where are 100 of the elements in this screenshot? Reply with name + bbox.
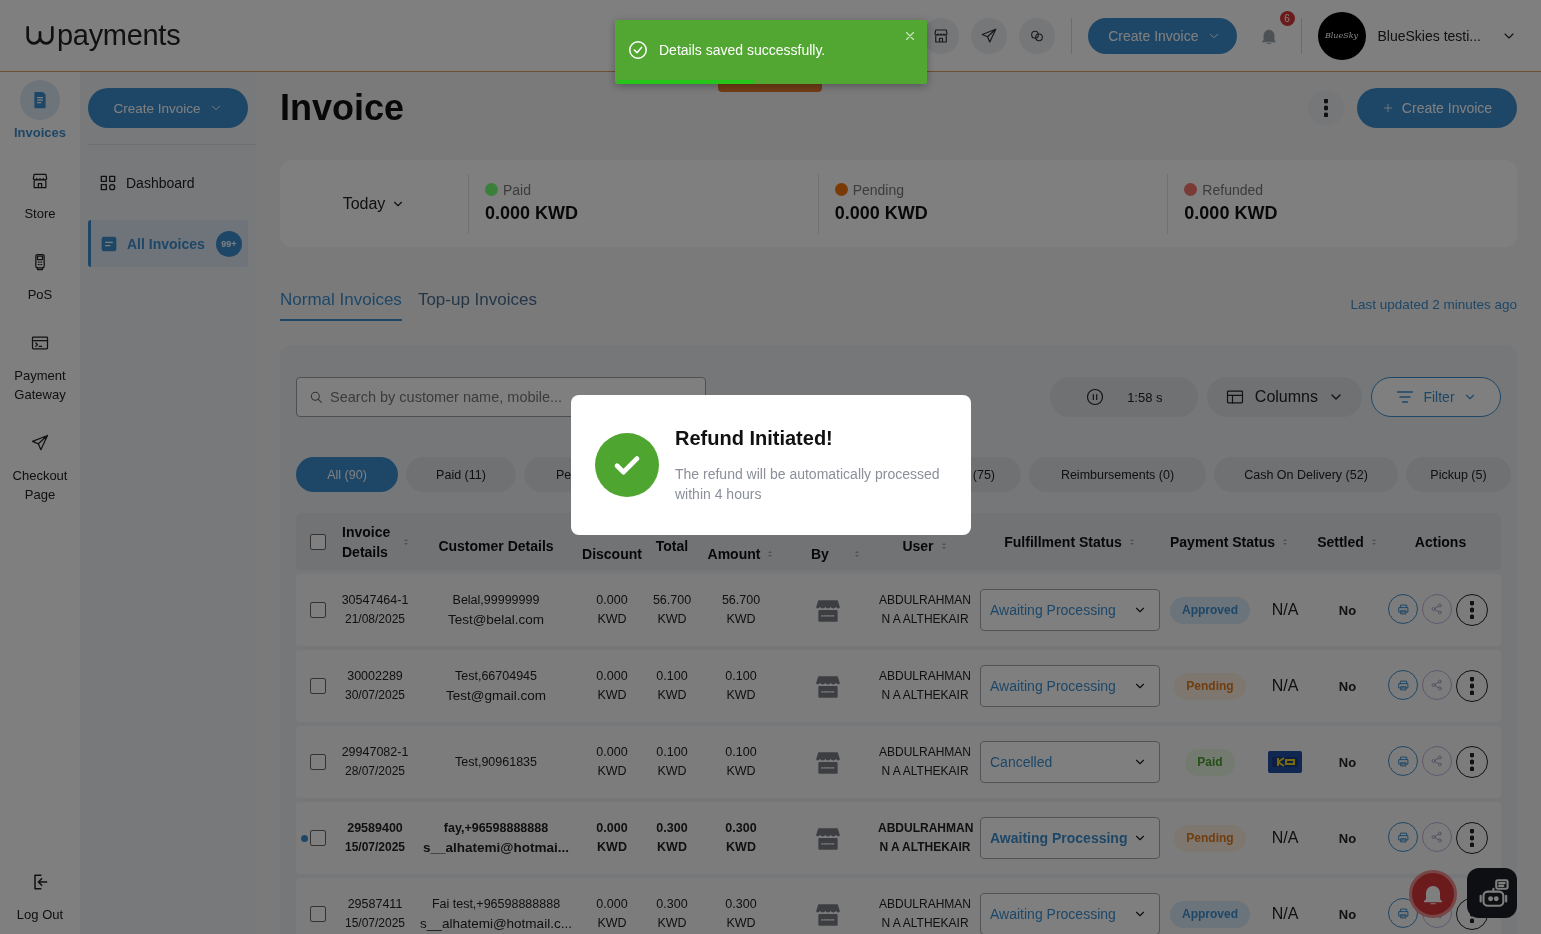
- invoice-number: 29587411: [346, 896, 404, 913]
- stat-value: 0.000 KWD: [1184, 202, 1279, 224]
- stat-label: Paid: [503, 181, 532, 198]
- settled-value: No: [1338, 830, 1357, 846]
- invoice-number: 29589400: [346, 820, 404, 837]
- invoice-number: 30547464-1: [340, 592, 410, 609]
- fulfillment-dropdown[interactable]: Awaiting Processing: [980, 817, 1160, 859]
- checkbox[interactable]: [310, 602, 326, 618]
- filter-chip[interactable]: All (90): [296, 457, 398, 492]
- dialog-title: Refund Initiated!: [675, 426, 834, 450]
- filter-chip[interactable]: Pickup (5): [1406, 457, 1511, 492]
- menu-item[interactable]: All Invoices 99+: [88, 220, 248, 267]
- table-cell-text: 0.100 KWD: [655, 744, 689, 780]
- table-cell-text: 0.300 KWD: [724, 896, 758, 932]
- fulfillment-dropdown[interactable]: Cancelled: [980, 741, 1160, 783]
- create-invoice-button[interactable]: Create Invoice: [88, 88, 248, 128]
- filter-chip[interactable]: Cash On Delivery (52): [1214, 457, 1398, 492]
- tab[interactable]: Top-up Invoices: [417, 290, 537, 321]
- brand-name: payments: [57, 19, 181, 52]
- table-cell-text: 0.300 KWD: [655, 820, 689, 856]
- fulfillment-dropdown[interactable]: Awaiting Processing: [980, 665, 1160, 707]
- menu-item[interactable]: Dashboard: [88, 167, 248, 199]
- dialog-message: The refund will be automatically processed within 4 hours: [675, 464, 941, 504]
- table-row[interactable]: 29589400 15/07/2025 fay,+96598888888 s__alhatemi@hotmai... 0.000 KWD 0.300 KWD 0.300 KWD ABDULRAHMAN N A ALTHEKAIR Awaiting Processing Pending N/A No: [296, 802, 1501, 874]
- nav-item[interactable]: Checkout Page: [2, 423, 78, 504]
- fulfillment-dropdown[interactable]: Awaiting Processing: [980, 589, 1160, 631]
- filter-chip[interactable]: Reimbursements (0): [1029, 457, 1206, 492]
- share-icon: [1430, 602, 1444, 616]
- chatbot-button[interactable]: [1467, 868, 1517, 918]
- column-header: Total: [655, 536, 689, 556]
- more-icon: [1324, 99, 1328, 117]
- nav-item[interactable]: Store: [2, 161, 78, 223]
- nav-item[interactable]: Invoices: [2, 80, 78, 142]
- table-cell-text: 0.000 KWD: [595, 744, 629, 780]
- column-header: Fulfillment Status: [1004, 532, 1122, 552]
- store-icon: [30, 171, 50, 191]
- column-header: Discount: [582, 545, 642, 564]
- settlement-value: N/A: [1271, 601, 1299, 619]
- period-dropdown[interactable]: Today: [280, 160, 468, 247]
- customer-email: s__alhatemi@hotmail.c...: [419, 915, 573, 933]
- customer-email: Test@gmail.com: [445, 687, 547, 705]
- nav-item[interactable]: PoS: [2, 242, 78, 304]
- settlement-value: N/A: [1271, 677, 1299, 695]
- send-icon: [30, 433, 50, 453]
- table-cell-text: 0.300 KWD: [655, 896, 689, 932]
- nav-item[interactable]: Payment Gateway: [2, 323, 78, 404]
- print-icon: [1395, 677, 1411, 693]
- create-invoice-button[interactable]: Create Invoice: [1357, 88, 1517, 128]
- tab[interactable]: Normal Invoices: [280, 290, 402, 321]
- filter-chip[interactable]: Paid (11): [406, 457, 516, 492]
- account-menu[interactable]: BlueSky BlueSkies testi...: [1317, 11, 1517, 60]
- column-header: By: [811, 545, 829, 564]
- plus-icon: [1381, 102, 1394, 114]
- check-circle-icon: [627, 39, 649, 61]
- more-icon: [1470, 753, 1474, 771]
- table-cell-text: 0.000 KWD: [595, 592, 629, 628]
- invoice-date: 15/07/2025: [343, 915, 407, 932]
- columns-button[interactable]: Columns: [1206, 377, 1362, 417]
- checkbox[interactable]: [310, 906, 326, 922]
- more-icon: [1470, 601, 1474, 619]
- create-invoice-button[interactable]: Create Invoice: [1088, 17, 1237, 54]
- close-button[interactable]: [903, 29, 917, 43]
- toast-message: Details saved successfully.: [659, 42, 827, 58]
- checkbox[interactable]: [310, 678, 326, 694]
- settlement-value: N/A: [1271, 829, 1299, 847]
- table-cell-text: 56.700 KWD: [651, 592, 693, 628]
- print-icon: [1395, 753, 1411, 769]
- column-header: User: [902, 536, 934, 556]
- user-name: ABDULRAHMAN N A ALTHEKAIR: [878, 896, 972, 932]
- more-button[interactable]: [1308, 90, 1344, 126]
- customer-email: s__alhatemi@hotmai...: [422, 839, 570, 857]
- checkbox[interactable]: [310, 754, 326, 770]
- table-row[interactable]: 30547464-1 21/08/2025 Belal,99999999 Test@belal.com 0.000 KWD 56.700 KWD 56.700 KWD ABDULRAHMAN N A ALTHEKAIR Awaiting Processing Approved N/A No: [296, 574, 1501, 646]
- table-cell-text: 56.700 KWD: [720, 592, 762, 628]
- print-icon: [1395, 601, 1411, 617]
- invoice-date: 30/07/2025: [343, 687, 407, 704]
- customer-name: Test,90961835: [454, 753, 538, 771]
- table-row[interactable]: 29587411 15/07/2025 Fai test,+96598888888 s__alhatemi@hotmail.c... 0.000 KWD 0.300 KWD 0.300 KWD ABDULRAHMAN N A ALTHEKAIR Awaiting Processing Approved N/A No: [296, 878, 1501, 934]
- user-name: ABDULRAHMAN N A ALTHEKAIR: [878, 592, 972, 628]
- more-icon: [1470, 677, 1474, 695]
- column-header: Customer Details: [438, 536, 554, 556]
- fulfillment-dropdown[interactable]: Awaiting Processing: [980, 893, 1160, 934]
- table-cell-text: 0.100 KWD: [655, 668, 689, 704]
- checkbox[interactable]: [310, 533, 326, 550]
- customer-name: Fai test,+96598888888: [430, 896, 562, 913]
- send-icon: [980, 26, 999, 45]
- stat-value: 0.000 KWD: [485, 202, 580, 224]
- share-icon: [1430, 678, 1444, 692]
- checkbox[interactable]: [310, 830, 326, 846]
- column-header: Actions: [1414, 532, 1467, 552]
- table-row[interactable]: 30002289 30/07/2025 Test,66704945 Test@gmail.com 0.000 KWD 0.100 KWD 0.100 KWD ABDULRAHMAN N A ALTHEKAIR Awaiting Processing Pending N/A No: [296, 650, 1501, 722]
- refresh-timer[interactable]: 1:58 s: [1049, 377, 1198, 417]
- settled-value: No: [1338, 906, 1357, 922]
- print-icon: [1395, 829, 1411, 845]
- logout-button[interactable]: Log Out: [2, 862, 78, 924]
- store-icon: [932, 26, 951, 45]
- filter-button[interactable]: Filter: [1371, 377, 1501, 417]
- table-row[interactable]: 29947082-1 28/07/2025 Test,90961835 0.000 KWD 0.100 KWD 0.100 KWD ABDULRAHMAN N A ALTHEKAIR Cancelled Paid No: [296, 726, 1501, 798]
- avatar: BlueSky: [1317, 11, 1366, 60]
- share-icon: [1430, 830, 1444, 844]
